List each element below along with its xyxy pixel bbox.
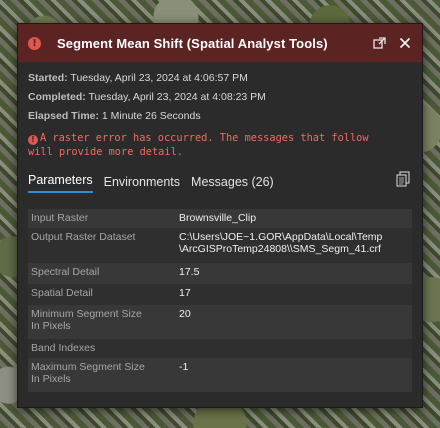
parameter-value-line: 20	[179, 308, 191, 320]
copy-icon[interactable]	[396, 171, 410, 187]
parameter-label-line: In Pixels	[31, 373, 71, 385]
tool-title: Segment Mean Shift (Spatial Analyst Tool…	[57, 35, 328, 51]
started-label: Started:	[28, 72, 68, 84]
parameter-value	[179, 342, 412, 355]
parameter-label-line: Maximum Segment Size	[31, 361, 145, 373]
completed-label: Completed:	[28, 91, 86, 103]
parameter-label: Output Raster Dataset	[28, 231, 179, 260]
parameter-label: Maximum Segment Size In Pixels	[28, 361, 179, 389]
parameter-row: Output Raster Dataset C:\Users\JOE~1.GOR\…	[28, 228, 412, 263]
tab-parameters[interactable]: Parameters	[28, 173, 93, 193]
elapsed-line: Elapsed Time: 1 Minute 26 Seconds	[28, 107, 412, 126]
error-line-2: will provide more detail.	[28, 146, 183, 158]
parameter-value: 17	[179, 287, 412, 302]
parameter-value-line: C:\Users\JOE~1.GOR\AppData\Local\Temp	[179, 231, 383, 243]
elapsed-value: 1 Minute 26 Seconds	[101, 110, 201, 122]
completed-line: Completed: Tuesday, April 23, 2024 at 4:…	[28, 88, 412, 107]
error-line-1: A raster error has occurred. The message…	[40, 132, 369, 144]
tab-bar: Parameters Environments Messages (26)	[18, 171, 422, 193]
completed-value: Tuesday, April 23, 2024 at 4:08:23 PM	[88, 91, 266, 103]
tab-environments[interactable]: Environments	[104, 175, 180, 193]
parameter-value: 17.5	[179, 266, 412, 281]
parameter-label-line: Band Indexes	[31, 342, 96, 354]
error-message: ! A raster error has occurred. The messag…	[18, 126, 422, 159]
parameter-label: Spatial Detail	[28, 287, 179, 302]
parameter-label: Minimum Segment Size In Pixels	[28, 308, 179, 336]
started-line: Started: Tuesday, April 23, 2024 at 4:06…	[28, 69, 412, 88]
parameter-row: Spectral Detail 17.5	[28, 263, 412, 284]
pop-out-icon[interactable]	[372, 36, 386, 50]
panel-header: ! Segment Mean Shift (Spatial Analyst To…	[18, 24, 422, 62]
parameter-value: -1	[179, 361, 412, 389]
parameter-value-line: \ArcGISProTemp24808\\SMS_Segm_41.crf	[179, 243, 381, 255]
parameter-value: 20	[179, 308, 412, 336]
parameter-row: Maximum Segment Size In Pixels -1	[28, 358, 412, 392]
elapsed-label: Elapsed Time:	[28, 110, 99, 122]
parameter-label: Spectral Detail	[28, 266, 179, 281]
parameter-label-line: Minimum Segment Size	[31, 308, 142, 320]
parameter-row: Spatial Detail 17	[28, 284, 412, 305]
parameter-row: Input Raster Brownsville_Clip	[28, 209, 412, 228]
parameter-label: Input Raster	[28, 212, 179, 225]
parameter-row: Minimum Segment Size In Pixels 20	[28, 305, 412, 339]
parameter-row: Band Indexes	[28, 339, 412, 358]
parameter-label-line: In Pixels	[31, 320, 71, 332]
parameter-value-line: Brownsville_Clip	[179, 212, 257, 224]
parameters-table: Input Raster Brownsville_Clip Output Raste…	[28, 209, 412, 392]
run-info: Started: Tuesday, April 23, 2024 at 4:06…	[18, 62, 422, 126]
tab-messages[interactable]: Messages (26)	[191, 175, 274, 193]
parameter-label-line: Spectral Detail	[31, 266, 100, 278]
parameter-value: C:\Users\JOE~1.GOR\AppData\Local\Temp \Ar…	[179, 231, 412, 260]
error-circle-icon: !	[28, 36, 41, 50]
parameter-label-line: Input Raster	[31, 212, 89, 224]
parameter-label: Band Indexes	[28, 342, 179, 355]
tool-result-panel: ! Segment Mean Shift (Spatial Analyst To…	[17, 23, 423, 408]
error-small-icon: !	[28, 135, 38, 145]
close-icon[interactable]	[398, 36, 412, 50]
parameter-value: Brownsville_Clip	[179, 212, 412, 225]
parameter-value-line: -1	[179, 361, 189, 373]
parameter-value-line: 17.5	[179, 266, 200, 278]
parameter-value-line: 17	[179, 287, 191, 299]
started-value: Tuesday, April 23, 2024 at 4:06:57 PM	[70, 72, 248, 84]
parameter-label-line: Output Raster Dataset	[31, 231, 136, 243]
parameter-label-line: Spatial Detail	[31, 287, 93, 299]
